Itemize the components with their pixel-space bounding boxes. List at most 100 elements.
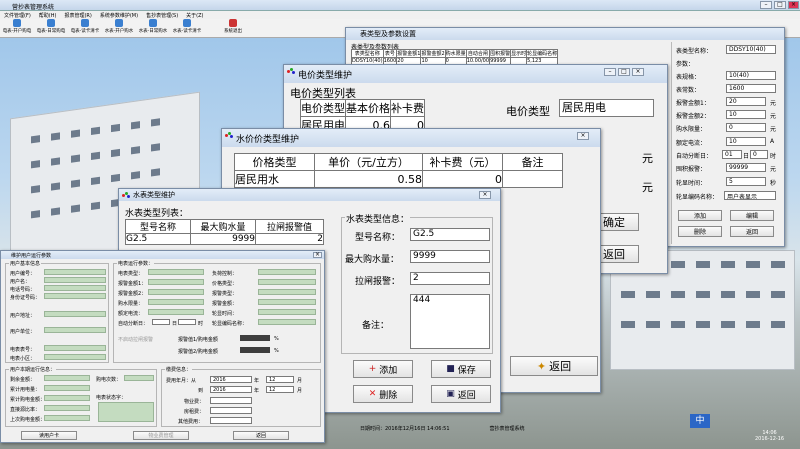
property-fee-input[interactable]: [210, 397, 252, 404]
param-hoard-input[interactable]: 99999: [726, 163, 766, 172]
close-button[interactable]: ×: [632, 68, 644, 76]
property-fee-button[interactable]: 物业费管理: [133, 431, 189, 440]
elec-type-input[interactable]: 居民用电: [559, 99, 654, 117]
tb-elec-card[interactable]: 电表-读卡清卡: [70, 19, 100, 37]
no-alarm-checkbox[interactable]: 不启动拉闸报警: [118, 336, 153, 343]
user-phone-field[interactable]: [44, 285, 106, 291]
tray-clock[interactable]: 14:06 2016-12-16: [755, 430, 784, 442]
last-buy-field[interactable]: [44, 415, 90, 421]
water-price-table[interactable]: 价格类型 单价（元/立方） 补卡费（元） 备注 居民用水 0.58 0: [234, 153, 563, 188]
water-note-textarea[interactable]: 444: [410, 294, 490, 349]
tb-water-open[interactable]: 水表-开户购水: [104, 19, 134, 37]
table-row[interactable]: 居民用水 0.58 0: [234, 170, 563, 188]
param-name-input[interactable]: DDSY10(40): [726, 45, 776, 54]
elec-titlebar: 电价类型维护 – □ ×: [284, 65, 667, 83]
tb-elec-buy[interactable]: 电表-日常购电: [36, 19, 66, 37]
alarm-amount-field[interactable]: [258, 299, 316, 305]
alarm1-field[interactable]: [148, 279, 204, 285]
param-display-select[interactable]: 用户表显示: [724, 191, 776, 200]
water-add-button[interactable]: + 添加: [353, 360, 413, 378]
rated-current-field[interactable]: [148, 309, 204, 315]
param-back-button[interactable]: 返回: [730, 226, 774, 237]
user-back-button[interactable]: 返回: [233, 431, 289, 440]
fee-month-to-select[interactable]: 12: [266, 386, 294, 393]
maximize-button[interactable]: □: [774, 1, 786, 9]
run-icon: ✦: [536, 359, 547, 373]
param-cycle-input[interactable]: 5: [726, 177, 766, 186]
tb-exit[interactable]: 系统退出: [218, 19, 248, 37]
menu-report[interactable]: 报表管理(R): [64, 12, 91, 19]
maximize-button[interactable]: □: [618, 68, 630, 76]
meter-state-field[interactable]: [98, 402, 154, 422]
limit-field[interactable]: [148, 299, 204, 305]
meter-type-field[interactable]: [148, 269, 204, 275]
meter-area-field[interactable]: [44, 354, 106, 360]
close-button[interactable]: ×: [577, 132, 589, 140]
user-company-field[interactable]: [44, 327, 106, 333]
minimize-button[interactable]: –: [760, 1, 772, 9]
alarm-type-field[interactable]: [258, 289, 316, 295]
display-code-field[interactable]: [258, 319, 316, 325]
rent-fee-input[interactable]: [210, 407, 252, 414]
meter-icon: [47, 19, 55, 27]
alarm2-value: [240, 347, 270, 353]
param-delete-button[interactable]: 删除: [678, 226, 722, 237]
close-button[interactable]: ×: [313, 252, 322, 258]
ratio-field[interactable]: [44, 405, 90, 411]
tb-water-card[interactable]: 水表-读卡清卡: [172, 19, 202, 37]
buy-count-field[interactable]: [124, 375, 154, 381]
water-back-button[interactable]: ▣ 返回: [431, 385, 491, 403]
card-icon: [81, 19, 89, 27]
param-const-input[interactable]: 1600: [726, 84, 776, 93]
param-spec-input[interactable]: 10(40): [726, 71, 776, 80]
water-alarm-input[interactable]: 2: [410, 272, 490, 285]
param-alarm1-input[interactable]: 20: [726, 97, 766, 106]
meter-number-field[interactable]: [44, 345, 106, 351]
minimize-button[interactable]: –: [604, 68, 616, 76]
param-autoday-select[interactable]: 01: [722, 150, 742, 159]
close-button[interactable]: ×: [479, 191, 491, 199]
ime-indicator[interactable]: 中: [690, 414, 710, 428]
water-meter-table[interactable]: 型号名称 最大购水量 拉闸报警值 G2.5 9999 2: [125, 219, 324, 245]
param-alarm2-input[interactable]: 10: [726, 110, 766, 119]
tb-elec-open[interactable]: 电表-开户购电: [2, 19, 32, 37]
read-card-button[interactable]: 读用户卡: [21, 431, 77, 440]
alarm2-field[interactable]: [148, 289, 204, 295]
menu-sales[interactable]: 售抄表管理(S): [146, 12, 178, 19]
auto-day-select[interactable]: [152, 319, 170, 325]
total-usage-field[interactable]: [44, 385, 90, 391]
menu-help[interactable]: 帮助(H): [39, 12, 57, 19]
param-autohour-select[interactable]: 0: [750, 150, 768, 159]
fee-year-to-select[interactable]: 2016: [210, 386, 252, 393]
user-id-field[interactable]: [44, 269, 106, 275]
balance-field[interactable]: [44, 375, 90, 381]
menu-params[interactable]: 系统参数维护(M): [100, 12, 138, 19]
water-max-input[interactable]: 9999: [410, 250, 490, 263]
menu-about[interactable]: 关于(Z): [186, 12, 203, 19]
user-address-field[interactable]: [44, 311, 106, 317]
other-fee-input[interactable]: [210, 417, 252, 424]
user-name-field[interactable]: [44, 277, 106, 283]
water-save-button[interactable]: ■ 保存: [431, 360, 491, 378]
close-button[interactable]: ×: [788, 1, 799, 9]
tb-water-buy[interactable]: 水表-日常购水: [138, 19, 168, 37]
table-row[interactable]: G2.5 9999 2: [125, 233, 324, 245]
total-buy-field[interactable]: [44, 395, 90, 401]
elec-window-back-button[interactable]: ✦ 返回: [510, 356, 598, 376]
water-model-input[interactable]: G2.5: [410, 228, 490, 241]
param-current-input[interactable]: 10: [726, 137, 766, 146]
auto-hour-select[interactable]: [178, 319, 196, 325]
fee-month-from-select[interactable]: 12: [266, 376, 294, 383]
meter-icon: [13, 19, 21, 27]
water-delete-button[interactable]: ✕ 删除: [353, 385, 413, 403]
price-type-field[interactable]: [258, 279, 316, 285]
menu-file[interactable]: 文件管理(F): [4, 12, 31, 19]
param-limit-input[interactable]: 0: [726, 123, 766, 132]
cycle-time-field[interactable]: [258, 309, 316, 315]
user-idcard-field[interactable]: [44, 293, 106, 299]
load-control-field[interactable]: [258, 269, 316, 275]
param-edit-button[interactable]: 编辑: [730, 210, 774, 221]
fee-year-from-select[interactable]: 2016: [210, 376, 252, 383]
param-table[interactable]: 表类型名称 表号 报警金额1 报警金额2 购水限量 自动合闸 囤积报警 显示时 轮显编码名称 D…: [351, 49, 559, 65]
param-add-button[interactable]: 添加: [678, 210, 722, 221]
